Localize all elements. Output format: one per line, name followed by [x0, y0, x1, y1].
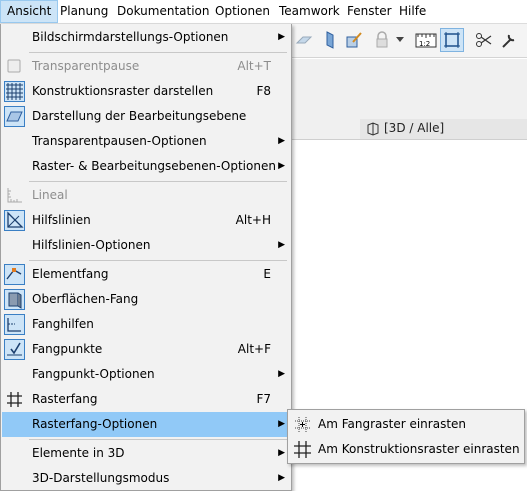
menu-item-construction-grid[interactable]: Konstruktionsraster darstellen F8 [2, 79, 291, 104]
element-snap-icon [4, 264, 25, 285]
scale-icon[interactable]: 1:2 [414, 28, 438, 52]
magic-edit-icon[interactable] [342, 28, 366, 52]
submenu-arrow-icon: ▶ [278, 448, 285, 458]
menu-item-elements-3d[interactable]: Elemente in 3D ▶ [2, 441, 291, 466]
submenu-arrow-icon: ▶ [278, 369, 285, 379]
menu-planung[interactable]: Planung [54, 0, 114, 23]
menu-item-guideline-options[interactable]: Hilfslinien-Optionen ▶ [2, 233, 291, 258]
menu-separator [29, 439, 287, 440]
trace-icon [4, 56, 25, 77]
view-tab[interactable]: [3D / Alle] [360, 119, 527, 140]
wrench-icon[interactable] [496, 28, 520, 52]
menu-item-3d-display-mode[interactable]: 3D-Darstellungsmodus ▶ [2, 466, 291, 491]
menu-item-snap-point-options[interactable]: Fangpunkt-Optionen ▶ [2, 362, 291, 387]
guideline-icon [4, 210, 25, 231]
menu-item-grid-snap[interactable]: Rasterfang F7 [2, 387, 291, 412]
menu-separator [29, 260, 287, 261]
editing-plane-icon [4, 106, 25, 127]
surface-snap-icon [4, 289, 25, 310]
workspace-background [290, 59, 527, 119]
ruler-vertical-icon[interactable] [318, 28, 342, 52]
construction-grid-small-icon [293, 440, 312, 459]
submenu-arrow-icon: ▶ [278, 161, 285, 171]
grid-snap-submenu: Am Fangraster einrasten Am Konstruktions… [287, 409, 525, 464]
snap-guides-icon [4, 314, 25, 335]
menu-hilfe[interactable]: Hilfe [393, 0, 432, 23]
menu-item-snap-points[interactable]: Fangpunkte Alt+F [2, 337, 291, 362]
menu-item-transparentpause[interactable]: Transparentpause Alt+T [2, 54, 291, 79]
submenu-arrow-icon: ▶ [278, 136, 285, 146]
menu-item-trace-options[interactable]: Transparentpausen-Optionen ▶ [2, 129, 291, 154]
lock-icon[interactable] [370, 28, 394, 52]
tab-bar-gap [290, 119, 360, 140]
submenu-arrow-icon: ▶ [278, 32, 285, 42]
view-dropdown-menu: Bildschirmdarstellungs-Optionen ▶ Transp… [0, 24, 292, 491]
plane-icon[interactable] [292, 28, 316, 52]
toolbar: 1:2 [290, 24, 527, 58]
menu-separator [29, 52, 287, 53]
ruler-icon [4, 185, 25, 206]
submenu-arrow-icon: ▶ [278, 473, 285, 483]
menu-bar: Ansicht Planung Dokumentation Optionen T… [0, 0, 527, 24]
grid-snap-icon [4, 389, 25, 410]
menu-optionen[interactable]: Optionen [209, 0, 276, 23]
menu-item-grid-snap-options[interactable]: Rasterfang-Optionen ▶ [2, 412, 291, 437]
grid-snap-active-icon[interactable] [440, 28, 464, 52]
submenu-arrow-icon: ▶ [278, 419, 285, 429]
menu-separator [29, 181, 287, 182]
menu-fenster[interactable]: Fenster [341, 0, 398, 23]
menu-item-surface-snap[interactable]: Oberflächen-Fang [2, 287, 291, 312]
menu-dokumentation[interactable]: Dokumentation [111, 0, 216, 23]
menu-item-snap-guides[interactable]: Fanghilfen [2, 312, 291, 337]
menu-item-display-options[interactable]: Bildschirmdarstellungs-Optionen ▶ [2, 25, 291, 50]
chevron-down-icon[interactable] [394, 28, 406, 52]
3d-view-icon [366, 122, 380, 139]
submenu-item-snap-grid[interactable]: Am Fangraster einrasten [289, 412, 523, 437]
construction-grid-icon [4, 81, 25, 102]
menu-teamwork[interactable]: Teamwork [273, 0, 346, 23]
menu-item-lineal[interactable]: Lineal [2, 183, 291, 208]
menu-ansicht[interactable]: Ansicht [0, 0, 59, 23]
svg-text:1:2: 1:2 [419, 40, 430, 48]
snap-grid-icon [293, 415, 312, 434]
menu-item-grid-plane-options[interactable]: Raster- & Bearbeitungsebenen-Optionen ▶ [2, 154, 291, 179]
scissors-icon[interactable] [472, 28, 496, 52]
menu-item-editing-plane[interactable]: Darstellung der Bearbeitungsebene [2, 104, 291, 129]
menu-item-guidelines[interactable]: Hilfslinien Alt+H [2, 208, 291, 233]
submenu-arrow-icon: ▶ [278, 240, 285, 250]
menu-item-element-snap[interactable]: Elementfang E [2, 262, 291, 287]
submenu-item-construction-grid[interactable]: Am Konstruktionsraster einrasten [289, 437, 523, 462]
view-tab-label: [3D / Alle] [384, 121, 445, 135]
snap-points-icon [4, 339, 25, 360]
